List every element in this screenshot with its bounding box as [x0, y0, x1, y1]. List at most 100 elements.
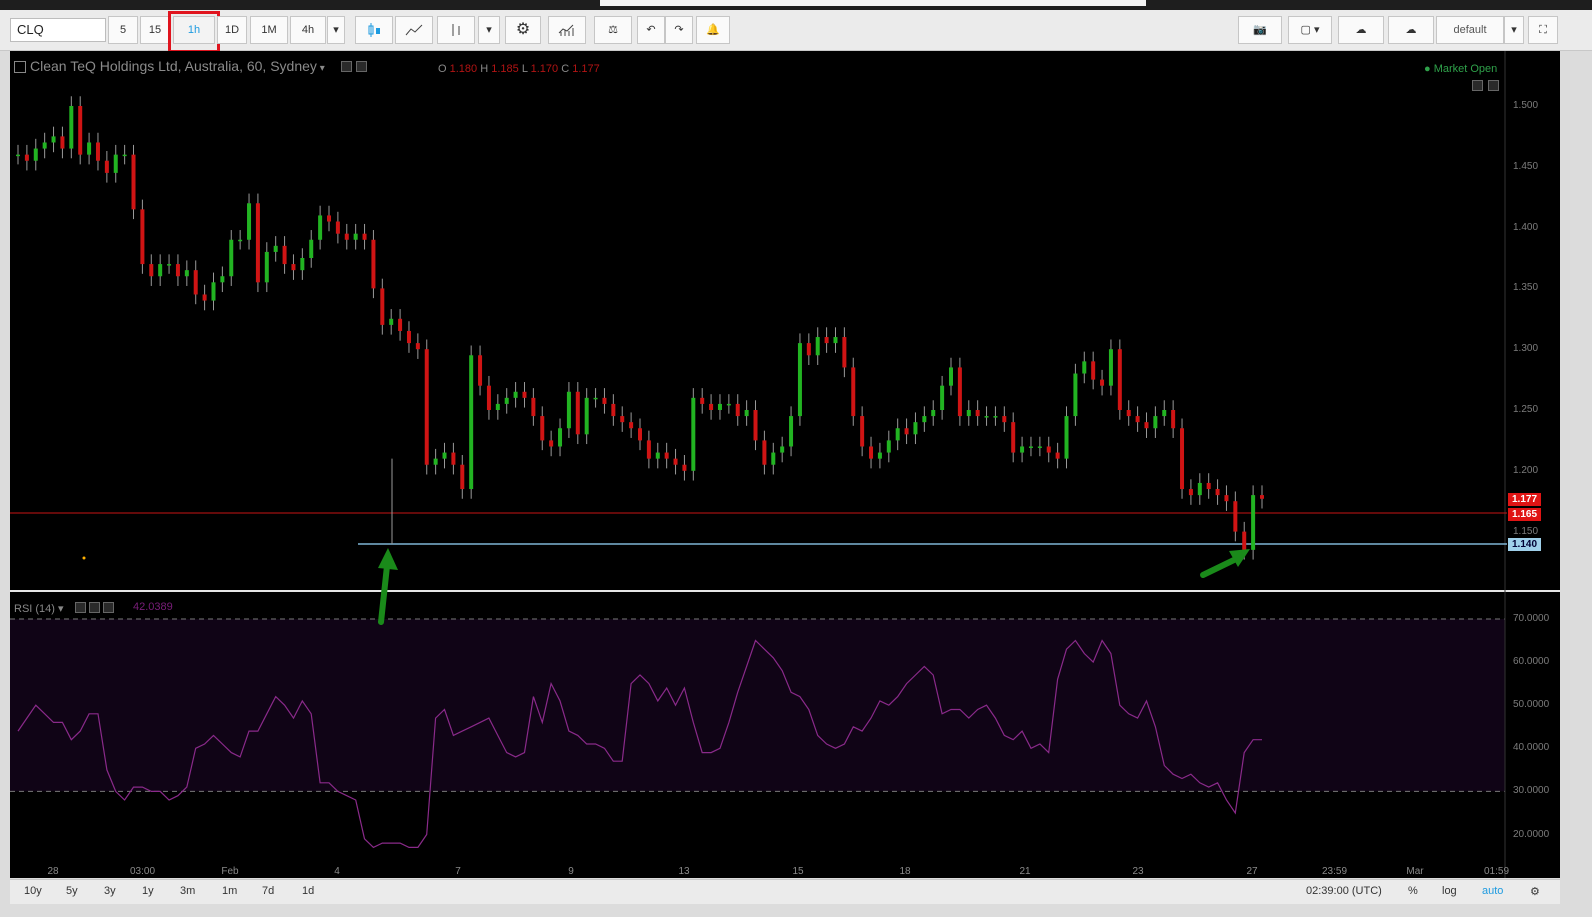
- candle-body: [860, 416, 865, 447]
- bottom-toolbar: 10y 5y 3y 1y 3m 1m 7d 1d 02:39:00 (UTC) …: [10, 879, 1560, 904]
- undo-button[interactable]: ↶: [637, 16, 665, 44]
- candle-body: [87, 142, 92, 155]
- interval-5-button[interactable]: 5: [108, 16, 138, 44]
- gear-icon[interactable]: ⚙: [1530, 885, 1540, 898]
- candle-body: [744, 410, 749, 417]
- range-10y-button[interactable]: 10y: [24, 885, 42, 897]
- cloud-download-button[interactable]: ☁: [1338, 16, 1384, 44]
- price-axis-label: 1.400: [1513, 221, 1539, 233]
- candle-body: [1100, 379, 1105, 386]
- last-price-tag: 1.177: [1508, 493, 1542, 506]
- range-1m-button[interactable]: 1m: [222, 885, 237, 897]
- candle-body: [95, 142, 100, 161]
- close-icon[interactable]: [102, 602, 114, 613]
- candle-body: [149, 264, 154, 277]
- candles-style-button[interactable]: [355, 16, 393, 44]
- candle-body: [629, 422, 634, 429]
- price-axis-label: 1.200: [1513, 464, 1539, 476]
- interval-1m-button[interactable]: 1M: [250, 16, 288, 44]
- fullscreen-button[interactable]: ⛶: [1528, 16, 1558, 44]
- layout-button[interactable]: ▢ ▾: [1288, 16, 1332, 44]
- range-1d-button[interactable]: 1d: [302, 885, 314, 897]
- redo-icon: ↷: [674, 24, 684, 36]
- clock-label[interactable]: 02:39:00 (UTC): [1306, 885, 1382, 897]
- price-axis-label: 1.150: [1513, 525, 1539, 537]
- undo-icon: ↶: [646, 24, 656, 36]
- rsi-value: 42.0389: [133, 601, 173, 613]
- candle-body: [300, 258, 305, 271]
- layout-dropdown[interactable]: ▾: [1504, 16, 1524, 44]
- candle-body: [780, 446, 785, 453]
- eye-icon[interactable]: [74, 602, 86, 613]
- time-axis-label: 4: [334, 866, 340, 877]
- rsi-axis-label: 20.0000: [1513, 828, 1550, 840]
- interval-4h-button[interactable]: 4h: [290, 16, 326, 44]
- ohlc-values: O 1.180 H 1.185 L 1.170 C 1.177: [438, 63, 600, 75]
- candle-body: [797, 343, 802, 417]
- symbol-title[interactable]: Clean TeQ Holdings Ltd, Australia, 60, S…: [30, 58, 317, 74]
- chart-area[interactable]: [10, 51, 1560, 878]
- rsi-legend[interactable]: RSI (14) ▾: [14, 601, 114, 615]
- range-3y-button[interactable]: 3y: [104, 885, 116, 897]
- settings-small-icon[interactable]: [88, 602, 100, 613]
- candle-body: [966, 410, 971, 417]
- interval-1d-button[interactable]: 1D: [217, 16, 247, 44]
- low-label: L: [521, 63, 528, 75]
- alert-button[interactable]: 🔔: [696, 16, 730, 44]
- candle-body: [717, 403, 722, 410]
- time-axis-label: 21: [1019, 866, 1031, 877]
- candle-body: [175, 264, 180, 277]
- candle-body: [1046, 446, 1051, 453]
- settings-small-icon[interactable]: [355, 61, 367, 72]
- candle-body: [1091, 361, 1096, 380]
- candle-body: [140, 209, 145, 265]
- compare-scale-button[interactable]: ⚖: [594, 16, 632, 44]
- candle-body: [398, 318, 403, 331]
- settings-button[interactable]: ⚙: [505, 16, 541, 44]
- price-axis-label: 1.250: [1513, 404, 1539, 415]
- candle-body: [789, 416, 794, 447]
- candle-body: [424, 349, 429, 465]
- range-7d-button[interactable]: 7d: [262, 885, 274, 897]
- candle-body: [184, 270, 189, 277]
- eye-icon[interactable]: [340, 61, 352, 72]
- candle-body: [833, 337, 838, 344]
- chevron-down-icon[interactable]: ▾: [317, 63, 325, 74]
- bars-icon: [452, 24, 460, 37]
- redo-button[interactable]: ↷: [665, 16, 693, 44]
- chart-svg[interactable]: [10, 51, 1560, 878]
- candle-body: [282, 245, 287, 265]
- log-toggle[interactable]: log: [1442, 885, 1457, 897]
- indicators-button[interactable]: [395, 16, 433, 44]
- range-5y-button[interactable]: 5y: [66, 885, 78, 897]
- collapse-icon[interactable]: [14, 61, 26, 74]
- percent-toggle[interactable]: %: [1408, 885, 1418, 897]
- interval-15-button[interactable]: 15: [140, 16, 170, 44]
- candle-body: [291, 264, 296, 271]
- candle-body: [389, 318, 394, 325]
- candle-body: [1144, 422, 1149, 429]
- compare-button[interactable]: [437, 16, 475, 44]
- price-axis-label: 1.300: [1513, 343, 1539, 355]
- auto-toggle[interactable]: auto: [1482, 885, 1503, 897]
- candle-body: [78, 106, 83, 155]
- studies-button[interactable]: [548, 16, 586, 44]
- chevron-down-icon: ▾: [1511, 24, 1517, 36]
- layout-name-button[interactable]: default: [1436, 16, 1504, 44]
- market-status: ● Market Open: [1424, 63, 1498, 75]
- range-1y-button[interactable]: 1y: [142, 885, 154, 897]
- interval-dropdown[interactable]: ▾: [327, 16, 345, 44]
- symbol-input[interactable]: CLQ: [10, 18, 106, 42]
- scroll-left-icon[interactable]: [1472, 80, 1483, 91]
- cloud-upload-button[interactable]: ☁: [1388, 16, 1434, 44]
- candle-body: [513, 391, 518, 398]
- candle-body: [1082, 361, 1087, 374]
- close-label: C: [561, 63, 570, 75]
- snapshot-button[interactable]: 📷: [1238, 16, 1282, 44]
- scroll-right-icon[interactable]: [1488, 80, 1499, 91]
- browser-address-bar[interactable]: [600, 0, 1146, 6]
- time-axis-label: 13: [678, 866, 690, 877]
- compare-dropdown[interactable]: ▾: [478, 16, 500, 44]
- open-value: 1.180: [449, 63, 478, 75]
- range-3m-button[interactable]: 3m: [180, 885, 195, 897]
